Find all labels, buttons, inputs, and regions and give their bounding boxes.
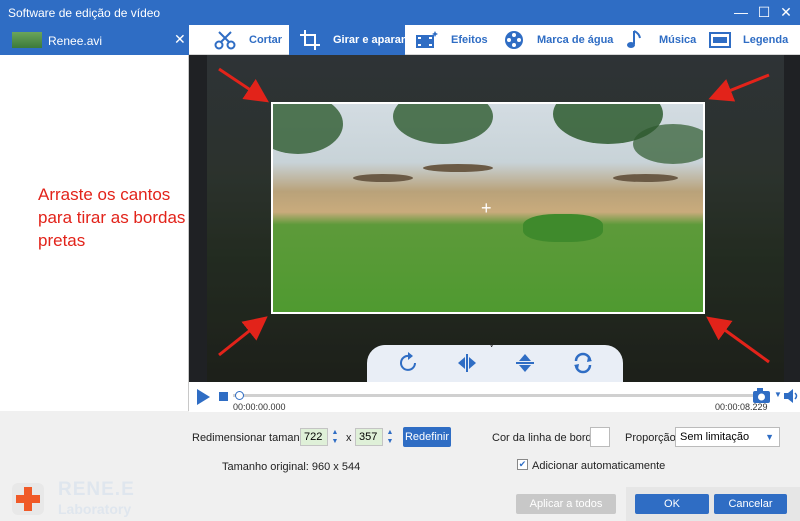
- minimize-button[interactable]: —: [731, 3, 751, 21]
- close-window-button[interactable]: ✕: [776, 3, 796, 21]
- apply-all-button[interactable]: Aplicar a todos: [516, 494, 616, 514]
- rotate-clockwise-icon[interactable]: [397, 351, 421, 375]
- file-item[interactable]: Renee.avi ✕: [0, 25, 189, 55]
- logo-text: RENE.E: [58, 479, 135, 500]
- title-bar: Software de edição de vídeo — ☐ ✕: [0, 0, 800, 25]
- reset-size-button[interactable]: Redefinir: [403, 427, 451, 447]
- stop-icon[interactable]: [219, 392, 228, 401]
- volume-icon[interactable]: [783, 389, 799, 403]
- resize-label: Redimensionar tamanho:: [192, 432, 315, 444]
- width-input[interactable]: 722: [300, 428, 328, 446]
- remove-file-icon[interactable]: ✕: [174, 31, 186, 48]
- auto-add-checkbox[interactable]: ✔: [517, 459, 528, 470]
- tab-label: Cortar: [249, 34, 283, 46]
- logo-subtext: Laboratory: [58, 501, 132, 517]
- tab-label: Girar e aparar: [333, 34, 406, 46]
- arrow-top-left: [218, 67, 269, 103]
- tab-legenda[interactable]: Legenda: [707, 25, 797, 55]
- tab-girar-e-aparar[interactable]: Girar e aparar: [289, 25, 405, 55]
- reset-rotation-icon[interactable]: [571, 351, 595, 375]
- progress-handle[interactable]: [235, 391, 244, 400]
- flip-vertical-icon[interactable]: [513, 351, 537, 375]
- height-input[interactable]: 357: [355, 428, 383, 446]
- video-preview[interactable]: + ˅: [189, 55, 800, 382]
- file-list-panel: Renee.avi ✕ Arraste os cantos para tirar…: [0, 25, 189, 411]
- arrow-top-right: [708, 73, 770, 102]
- rene-laboratory-logo: RENE.E Laboratory: [8, 477, 163, 519]
- width-stepper[interactable]: ▲ ▼: [330, 428, 340, 446]
- video-thumbnail: [12, 32, 42, 48]
- tab-label: Legenda: [743, 34, 789, 46]
- chevron-down-icon: ▼: [765, 432, 774, 442]
- border-color-label: Cor da linha de borda:: [492, 432, 601, 444]
- ratio-label: Proporção:: [625, 432, 679, 444]
- tab-label: Marca de água: [537, 34, 614, 46]
- ratio-value: Sem limitação: [680, 431, 750, 443]
- camera-icon[interactable]: [752, 387, 774, 405]
- tab-label: Efeitos: [451, 34, 488, 46]
- size-separator: x: [346, 432, 352, 444]
- arrow-bottom-right: [706, 316, 770, 364]
- ok-button[interactable]: OK: [635, 494, 709, 514]
- maximize-button[interactable]: ☐: [754, 3, 774, 21]
- progress-track[interactable]: [233, 394, 757, 397]
- arrow-bottom-left: [218, 316, 268, 357]
- instruction-text: Arraste os cantos para tirar as bordas p…: [38, 185, 186, 250]
- tab-label: Música: [659, 34, 697, 46]
- current-time: 00:00:00.000: [233, 402, 286, 412]
- crop-icon: [300, 30, 320, 50]
- tab-efeitos[interactable]: Efeitos: [413, 25, 491, 55]
- tab-musica[interactable]: Música: [625, 25, 697, 55]
- music-note-icon: [627, 30, 641, 48]
- crop-settings-panel: Redimensionar tamanho: 722 ▲ ▼ x 357 ▲ ▼ R…: [0, 412, 800, 521]
- edit-toolbar: Cortar Girar e aparar Efeitos Marca de á…: [189, 25, 800, 55]
- auto-add-label: Adicionar automaticamente: [532, 460, 666, 472]
- scissors-icon: [214, 31, 236, 50]
- height-stepper[interactable]: ▲ ▼: [385, 428, 395, 446]
- film-reel-icon: [505, 31, 523, 49]
- play-icon[interactable]: [195, 388, 211, 406]
- corner-arrows: [218, 67, 770, 364]
- original-size-text: Tamanho original: 960 x 544: [222, 461, 361, 473]
- flip-horizontal-icon[interactable]: [455, 351, 479, 375]
- cancel-button[interactable]: Cancelar: [714, 494, 787, 514]
- ratio-select[interactable]: Sem limitação ▼: [675, 427, 780, 447]
- window-title: Software de edição de vídeo: [8, 6, 161, 20]
- playback-bar: 00:00:00.000 00:00:08.229 ▼: [189, 382, 800, 412]
- film-effects-icon: [416, 31, 438, 48]
- file-name: Renee.avi: [48, 34, 103, 48]
- camera-dropdown-icon[interactable]: ▼: [774, 390, 782, 399]
- border-color-picker[interactable]: [590, 427, 610, 447]
- logo-cross-icon: [12, 483, 44, 515]
- collapse-chevron-icon[interactable]: ˅: [489, 340, 494, 350]
- subtitle-icon: [709, 32, 731, 48]
- tab-marca-de-agua[interactable]: Marca de água: [501, 25, 614, 55]
- tab-cortar[interactable]: Cortar: [211, 25, 287, 55]
- rotate-controls: ˅: [367, 340, 623, 382]
